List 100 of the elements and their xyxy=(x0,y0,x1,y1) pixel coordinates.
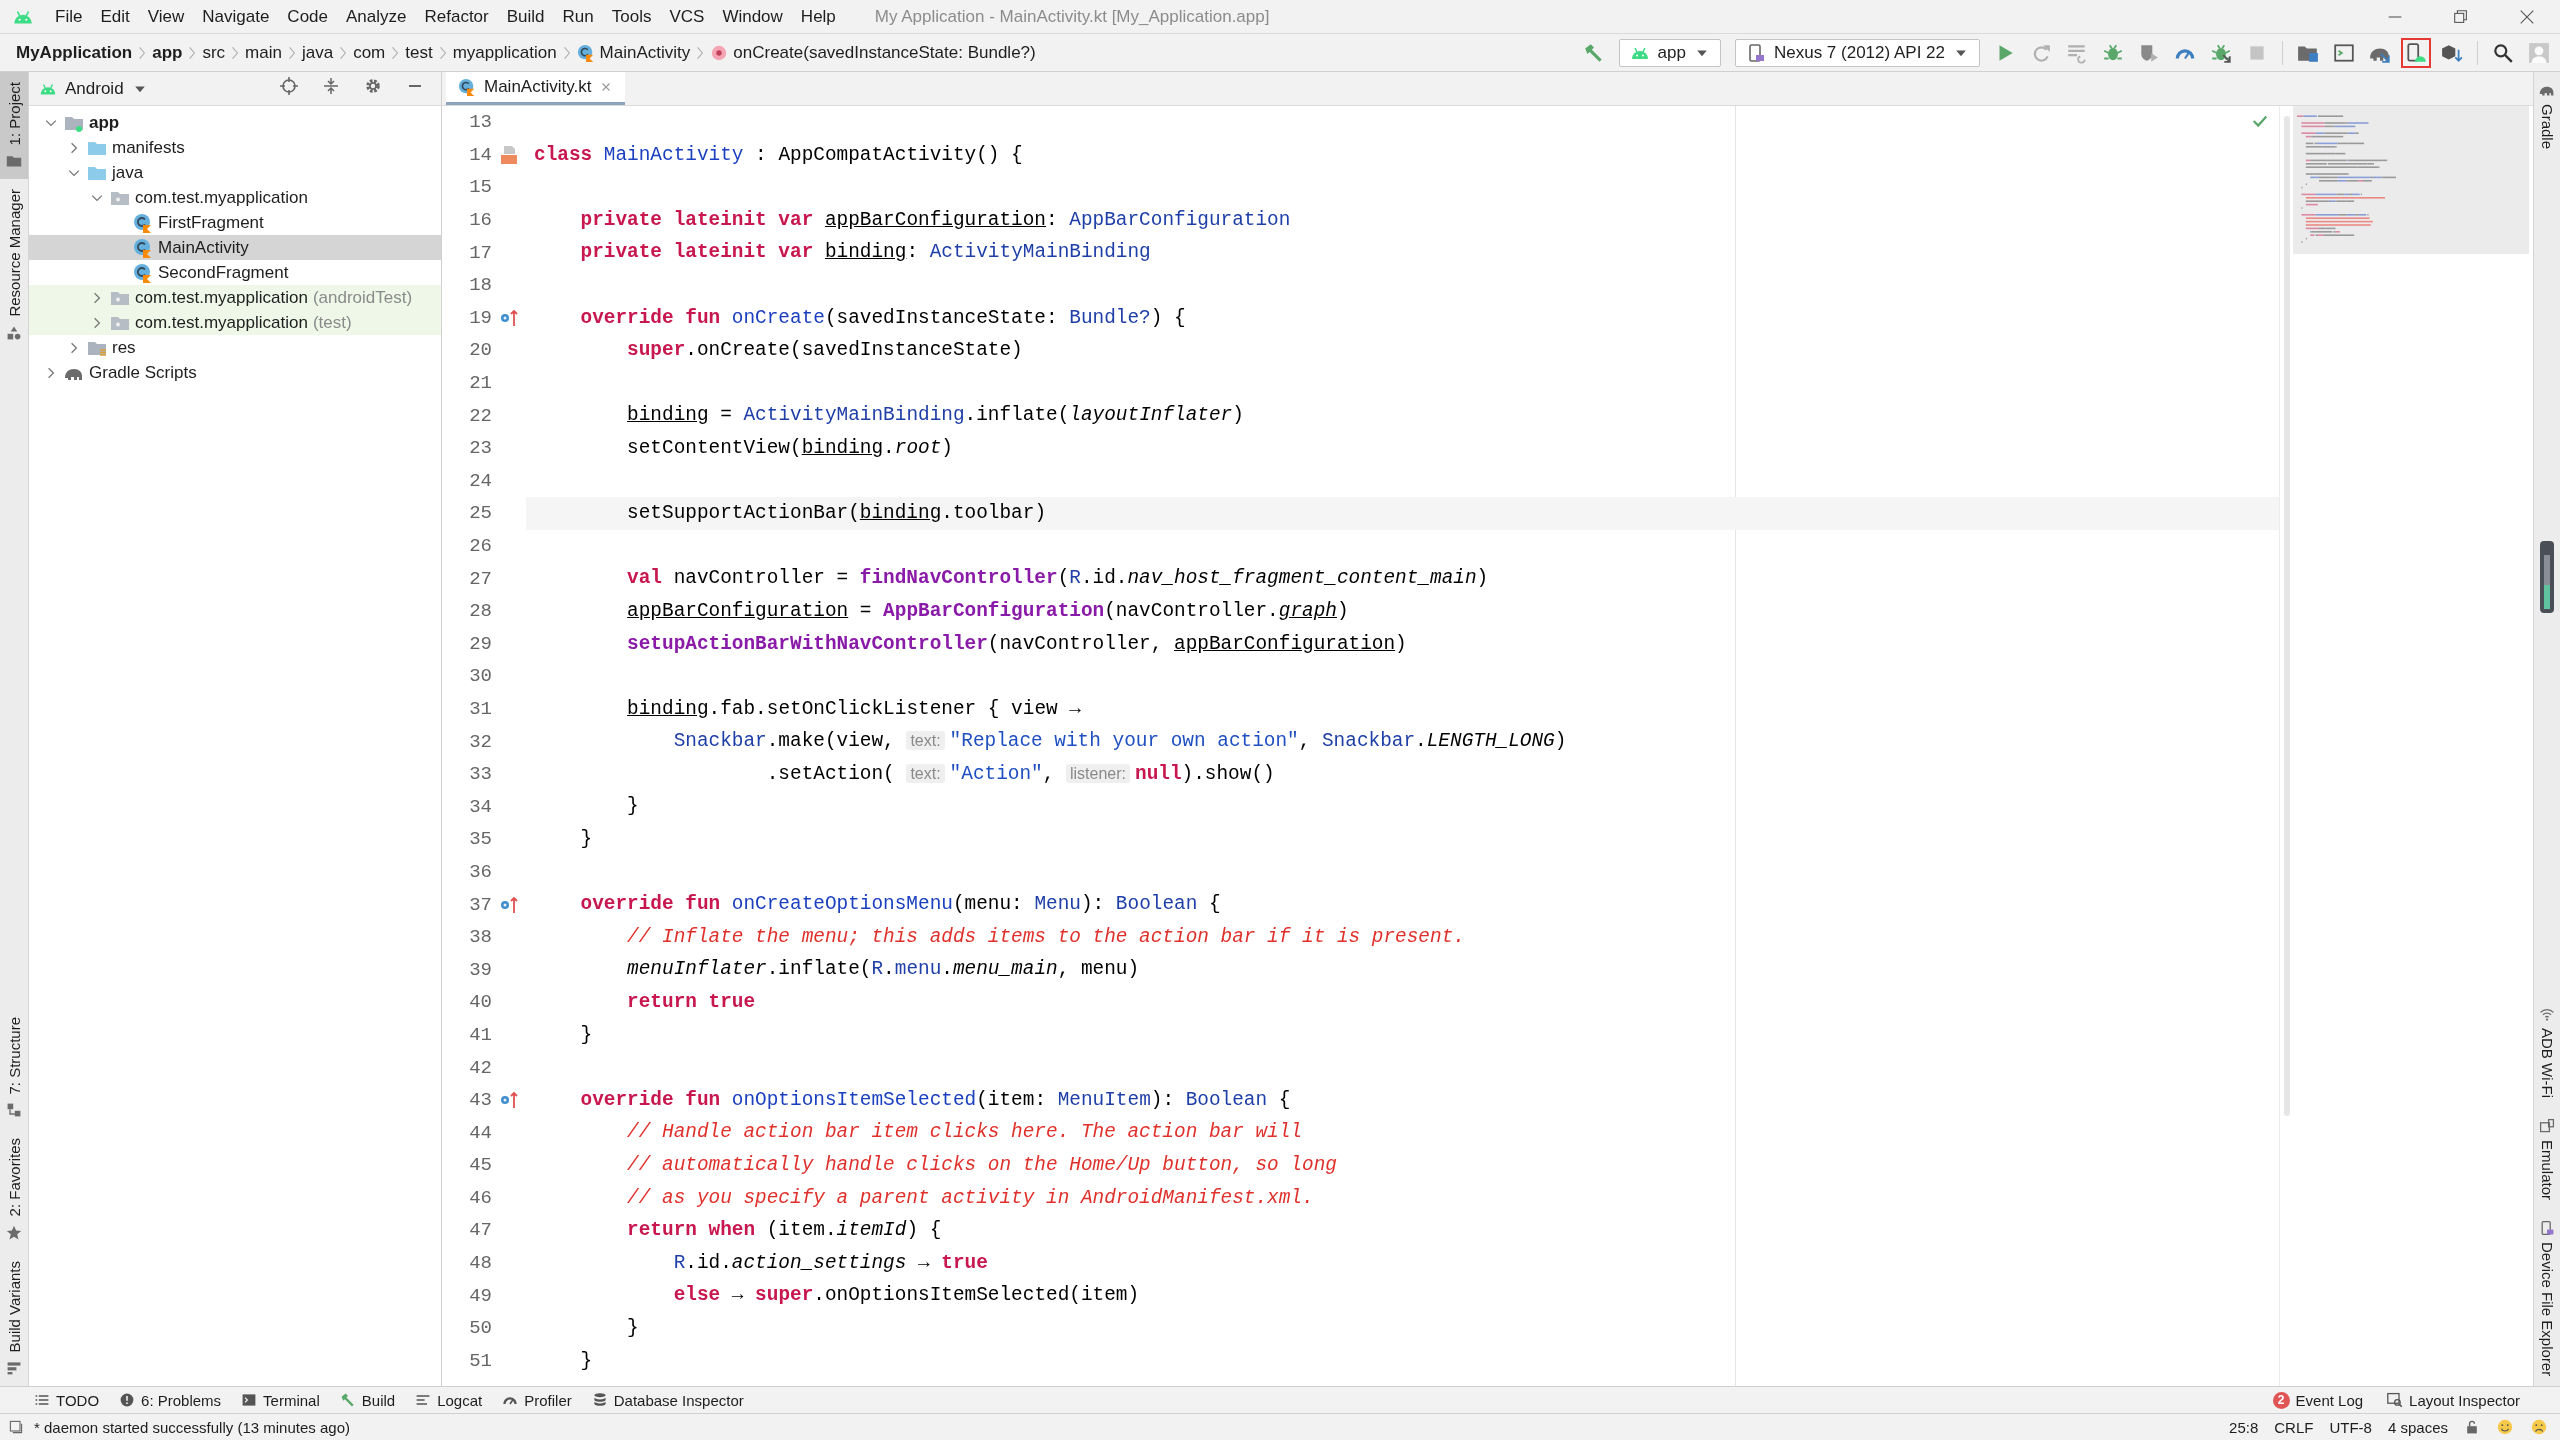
run-configuration-dropdown[interactable]: app xyxy=(1618,38,1721,67)
sad-face-icon[interactable] xyxy=(2530,1418,2548,1436)
warning-icon xyxy=(119,1392,136,1408)
phone-icon xyxy=(2539,1219,2555,1236)
smiley-icon[interactable] xyxy=(2496,1418,2514,1436)
breadcrumb[interactable]: MainActivity xyxy=(574,37,693,68)
line-number: 21 xyxy=(468,372,492,395)
tree-item[interactable]: SecondFragment xyxy=(29,260,441,285)
status-item[interactable]: CRLF xyxy=(2274,1418,2314,1436)
tool-window-tab[interactable]: Emulator xyxy=(2534,1107,2560,1210)
menu-item[interactable]: Window xyxy=(713,0,792,33)
tool-window-button[interactable]: Terminal xyxy=(241,1391,320,1409)
memory-indicator-icon[interactable] xyxy=(2540,541,2554,614)
breadcrumb[interactable]: app xyxy=(150,37,185,68)
hammer-icon xyxy=(339,1392,356,1408)
menu-item[interactable]: View xyxy=(138,0,194,33)
override-arrow-icon[interactable] xyxy=(499,894,519,915)
database-icon xyxy=(591,1392,608,1408)
tree-item[interactable]: Gradle Scripts xyxy=(29,360,441,385)
minimap-drawing[interactable] xyxy=(2293,106,2529,254)
status-item[interactable]: 4 spaces xyxy=(2387,1418,2448,1436)
restore-icon[interactable] xyxy=(2452,7,2470,26)
code-line: override fun onCreate(savedInstanceState: Bundle?) { xyxy=(579,305,1187,331)
code-line: binding = ActivityMainBinding.inflate(layoutInflater) xyxy=(626,403,1245,429)
tree-item[interactable]: java xyxy=(29,160,441,185)
line-number: 20 xyxy=(468,339,492,362)
tool-window-button[interactable]: TODO xyxy=(34,1391,100,1409)
tool-window-button[interactable]: 2 Event Log xyxy=(2272,1391,2364,1409)
menu-item[interactable]: Tools xyxy=(602,0,661,33)
code-line: Snackbar.make(view, text: "Replace with your own action", Snackbar.LENGTH_LONG) xyxy=(672,729,1568,755)
tool-window-button[interactable]: 6: Problems xyxy=(119,1391,222,1409)
breadcrumb[interactable]: test xyxy=(403,37,435,68)
menu-item[interactable]: Help xyxy=(791,0,845,33)
scrollbar[interactable] xyxy=(2283,116,2290,1116)
list-icon xyxy=(34,1392,50,1408)
tool-window-tab[interactable]: 7: Structure xyxy=(0,1006,28,1129)
tool-window-button[interactable]: Logcat xyxy=(415,1391,483,1409)
tree-item[interactable]: app xyxy=(29,110,441,135)
editor-tab[interactable]: MainActivity.kt xyxy=(446,72,626,105)
layout-file-icon[interactable] xyxy=(499,144,519,165)
menu-item[interactable]: Edit xyxy=(91,0,139,33)
line-number: 38 xyxy=(468,926,492,949)
line-number: 30 xyxy=(468,665,492,688)
menu-item[interactable]: Analyze xyxy=(337,0,416,33)
code-line: // automatically handle clicks on the Home/Up button, so long xyxy=(626,1153,1338,1178)
tree-item[interactable]: manifests xyxy=(29,135,441,160)
menu-item[interactable]: File xyxy=(46,0,92,33)
code-line: override fun onCreateOptionsMenu(menu: Menu): Boolean { xyxy=(579,892,1222,918)
tool-window-button[interactable]: Layout Inspector xyxy=(2387,1391,2520,1409)
line-number: 15 xyxy=(468,176,492,199)
breadcrumb[interactable]: onCreate(savedInstanceState: Bundle?) xyxy=(708,37,1038,68)
tool-window-button[interactable]: Database Inspector xyxy=(591,1391,744,1409)
tool-window-tab[interactable]: Device File Explorer xyxy=(2534,1209,2560,1386)
line-number: 19 xyxy=(468,306,492,329)
line-number: 26 xyxy=(468,535,492,557)
code-line: } xyxy=(626,1315,640,1341)
breadcrumb[interactable]: MyApplication xyxy=(14,37,135,68)
tree-item[interactable]: MainActivity xyxy=(29,235,441,260)
line-number: 25 xyxy=(468,502,492,525)
project-view-dropdown[interactable]: Android xyxy=(39,78,148,99)
tool-window-button[interactable]: Profiler xyxy=(502,1391,572,1409)
menu-item[interactable]: Refactor xyxy=(415,0,498,33)
tool-window-tab[interactable]: Gradle xyxy=(2534,72,2560,160)
menu-item[interactable]: Code xyxy=(278,0,337,33)
line-number: 24 xyxy=(468,469,492,492)
breadcrumb[interactable]: main xyxy=(243,37,284,68)
tool-window-tab[interactable]: ADB Wi-Fi xyxy=(2534,995,2560,1108)
tool-window-tab[interactable]: Build Variants xyxy=(0,1250,28,1386)
line-number: 28 xyxy=(468,600,492,623)
lock-icon[interactable] xyxy=(2464,1419,2480,1435)
tool-window-tab[interactable]: Resource Manager xyxy=(0,179,28,351)
tool-window-tab[interactable]: 2: Favorites xyxy=(0,1128,28,1251)
tree-item[interactable]: FirstFragment xyxy=(29,210,441,235)
line-number: 35 xyxy=(468,828,492,851)
override-arrow-icon[interactable] xyxy=(499,307,519,328)
tree-item[interactable]: com.test.myapplication (androidTest) xyxy=(29,285,441,310)
menu-item[interactable]: VCS xyxy=(660,0,714,33)
breadcrumb[interactable]: myapplication xyxy=(450,37,559,68)
tool-window-tab[interactable]: 1: Project xyxy=(0,72,28,180)
tree-item[interactable]: com.test.myapplication xyxy=(29,185,441,210)
phone-android-icon[interactable] xyxy=(2401,37,2431,68)
line-number: 51 xyxy=(468,1349,492,1372)
menu-item[interactable]: Run xyxy=(553,0,603,33)
menu-item[interactable]: Build xyxy=(497,0,554,33)
status-item[interactable]: UTF-8 xyxy=(2329,1418,2372,1436)
bars-icon xyxy=(6,1360,22,1376)
device-dropdown[interactable]: Nexus 7 (2012) API 22 xyxy=(1734,38,1980,67)
tree-item[interactable]: com.test.myapplication (test) xyxy=(29,310,441,335)
line-number: 45 xyxy=(468,1154,492,1177)
override-arrow-icon[interactable] xyxy=(499,1090,519,1111)
tool-window-button[interactable]: Build xyxy=(339,1391,396,1409)
tree-item[interactable]: res xyxy=(29,335,441,360)
panel-toggle-icon[interactable] xyxy=(8,1419,24,1435)
breadcrumb[interactable]: com xyxy=(351,37,388,68)
code-line: appBarConfiguration = AppBarConfiguration(navController.graph) xyxy=(626,598,1350,624)
menu-item[interactable]: Navigate xyxy=(193,0,279,33)
breadcrumb[interactable]: src xyxy=(200,37,228,68)
status-item[interactable]: 25:8 xyxy=(2229,1418,2259,1436)
line-number: 37 xyxy=(468,893,492,916)
breadcrumb[interactable]: java xyxy=(299,37,336,68)
